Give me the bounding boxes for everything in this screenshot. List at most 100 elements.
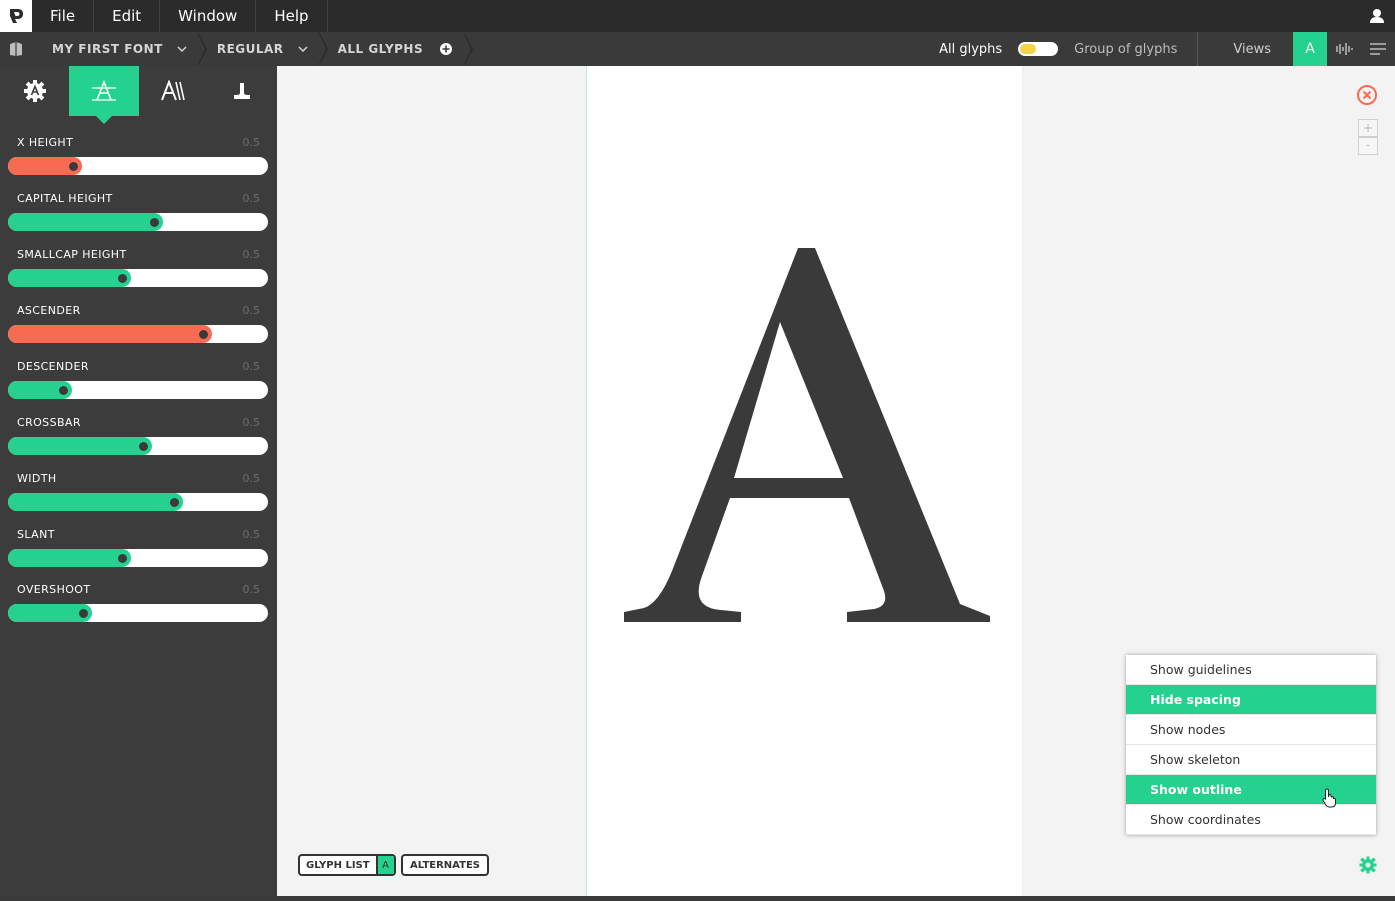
slider-label: CROSSBAR (17, 416, 81, 429)
menu-item-hide-spacing[interactable]: Hide spacing (1126, 685, 1376, 715)
slider-handle[interactable] (199, 330, 208, 339)
menu-item-show-nodes[interactable]: Show nodes (1126, 715, 1376, 745)
menu-item-show-skeleton[interactable]: Show skeleton (1126, 745, 1376, 775)
slider-slant[interactable]: SLANT 0.5 (8, 514, 268, 570)
slider-track[interactable] (8, 604, 268, 622)
terminal-icon (234, 83, 251, 99)
library-icon[interactable] (0, 32, 32, 66)
menu-file[interactable]: File (32, 0, 95, 32)
slider-width[interactable]: WIDTH 0.5 (8, 458, 268, 514)
slider-track[interactable] (8, 381, 268, 399)
gear-icon[interactable] (1359, 856, 1377, 874)
tab-serifs[interactable] (139, 66, 208, 116)
variant-selector[interactable]: REGULAR (197, 32, 328, 66)
slider-fill (8, 269, 132, 287)
sidebar-tabs (0, 66, 277, 124)
glyph-mode-toggle[interactable] (1018, 42, 1059, 56)
app-logo-icon[interactable] (0, 0, 32, 32)
slider-value: 0.5 (242, 416, 261, 429)
menu-item-show-outline[interactable]: Show outline (1126, 775, 1376, 805)
serif-icon (161, 80, 185, 101)
menu-window[interactable]: Window (160, 0, 257, 32)
slider-handle[interactable] (58, 386, 68, 395)
slider-label: DESCENDER (17, 360, 89, 373)
slider-track[interactable] (8, 269, 268, 287)
slider-label: CAPITAL HEIGHT (17, 192, 113, 205)
gear-a-icon (23, 80, 46, 102)
slider-x-height[interactable]: X HEIGHT 0.5 (8, 122, 268, 178)
glyph-scope: ALL GLYPHS (337, 42, 424, 56)
font-selector[interactable]: MY FIRST FONT (32, 32, 207, 66)
view-text-icon[interactable] (1361, 32, 1395, 66)
menu-help[interactable]: Help (256, 0, 328, 32)
glyph-canvas[interactable]: + - GLYPH LIST A ALTERNATES Show guideli… (277, 66, 1395, 896)
toggle-knob (1020, 44, 1037, 54)
slider-handle[interactable] (69, 162, 78, 171)
menu-bar: File Edit Window Help (0, 0, 1395, 32)
current-glyph-badge: A (375, 856, 394, 874)
slider-value: 0.5 (242, 583, 261, 596)
menu-item-show-guidelines[interactable]: Show guidelines (1126, 655, 1376, 685)
slider-value: 0.5 (242, 472, 261, 485)
view-glyph-button[interactable]: A (1293, 32, 1327, 66)
slider-track[interactable] (8, 549, 268, 567)
slider-value: 0.5 (242, 192, 261, 205)
group-of-glyphs-label[interactable]: Group of glyphs (1074, 42, 1177, 57)
view-spacing-icon[interactable] (1327, 32, 1361, 66)
slider-capital-height[interactable]: CAPITAL HEIGHT 0.5 (8, 178, 268, 234)
slider-track[interactable] (8, 493, 268, 511)
slider-fill (8, 549, 132, 567)
slider-label: SLANT (17, 528, 55, 541)
slider-label: SMALLCAP HEIGHT (17, 248, 127, 261)
toolbar: MY FIRST FONT REGULAR ALL GLYPHS All gly… (0, 32, 1395, 66)
zoom-in-button[interactable]: + (1358, 119, 1378, 137)
slider-value: 0.5 (242, 248, 261, 261)
font-name: MY FIRST FONT (52, 42, 163, 56)
slider-label: ASCENDER (17, 304, 81, 317)
parameters-sidebar: X HEIGHT 0.5 CAPITAL HEIGHT 0.5 SMALLCAP HEI… (0, 66, 277, 901)
slider-label: OVERSHOOT (17, 583, 91, 596)
tab-metrics[interactable] (69, 66, 139, 124)
slider-track[interactable] (8, 157, 268, 175)
slider-smallcap-height[interactable]: SMALLCAP HEIGHT 0.5 (8, 234, 268, 290)
slider-value: 0.5 (242, 528, 261, 541)
slider-ascender[interactable]: ASCENDER 0.5 (8, 290, 268, 346)
toolbar-right: All glyphs Group of glyphs Views A (939, 32, 1395, 66)
tab-terminals[interactable] (208, 66, 277, 116)
views-button[interactable]: Views (1197, 32, 1293, 66)
alternates-button[interactable]: ALTERNATES (401, 854, 489, 876)
hand-cursor-icon (1322, 788, 1338, 808)
glyph-outline (624, 248, 990, 622)
slider-value: 0.5 (242, 360, 261, 373)
menu-edit[interactable]: Edit (94, 0, 161, 32)
menu-item-show-coordinates[interactable]: Show coordinates (1126, 805, 1376, 835)
glyph-list-label: GLYPH LIST (306, 859, 370, 871)
slider-handle[interactable] (149, 218, 159, 227)
view-options-menu: Show guidelines Hide spacing Show nodes … (1126, 655, 1376, 835)
slider-track[interactable] (8, 437, 268, 455)
window-bottom-edge (0, 896, 1395, 901)
slider-crossbar[interactable]: CROSSBAR 0.5 (8, 402, 268, 458)
chevron-down-icon (177, 46, 187, 53)
glyph-list-button[interactable]: GLYPH LIST A (298, 854, 396, 876)
slider-fill (8, 213, 163, 231)
add-circle-icon[interactable] (439, 42, 453, 56)
slider-fill (8, 325, 212, 343)
slider-value: 0.5 (242, 136, 261, 149)
chevron-down-icon (298, 46, 308, 53)
user-icon[interactable] (1367, 6, 1387, 26)
slider-label: WIDTH (17, 472, 57, 485)
slider-fill (8, 437, 153, 455)
slider-label: X HEIGHT (17, 136, 74, 149)
glyph-scope-selector[interactable]: ALL GLYPHS (318, 32, 473, 66)
all-glyphs-label[interactable]: All glyphs (939, 42, 1002, 57)
slider-fill (8, 493, 184, 511)
zoom-out-button[interactable]: - (1358, 137, 1378, 155)
metrics-a-icon (91, 79, 116, 101)
close-icon[interactable] (1356, 84, 1378, 106)
slider-track[interactable] (8, 213, 268, 231)
slider-descender[interactable]: DESCENDER 0.5 (8, 346, 268, 402)
tab-font-settings[interactable] (0, 66, 69, 116)
slider-overshoot[interactable]: OVERSHOOT 0.5 (8, 569, 268, 625)
slider-track[interactable] (8, 325, 268, 343)
